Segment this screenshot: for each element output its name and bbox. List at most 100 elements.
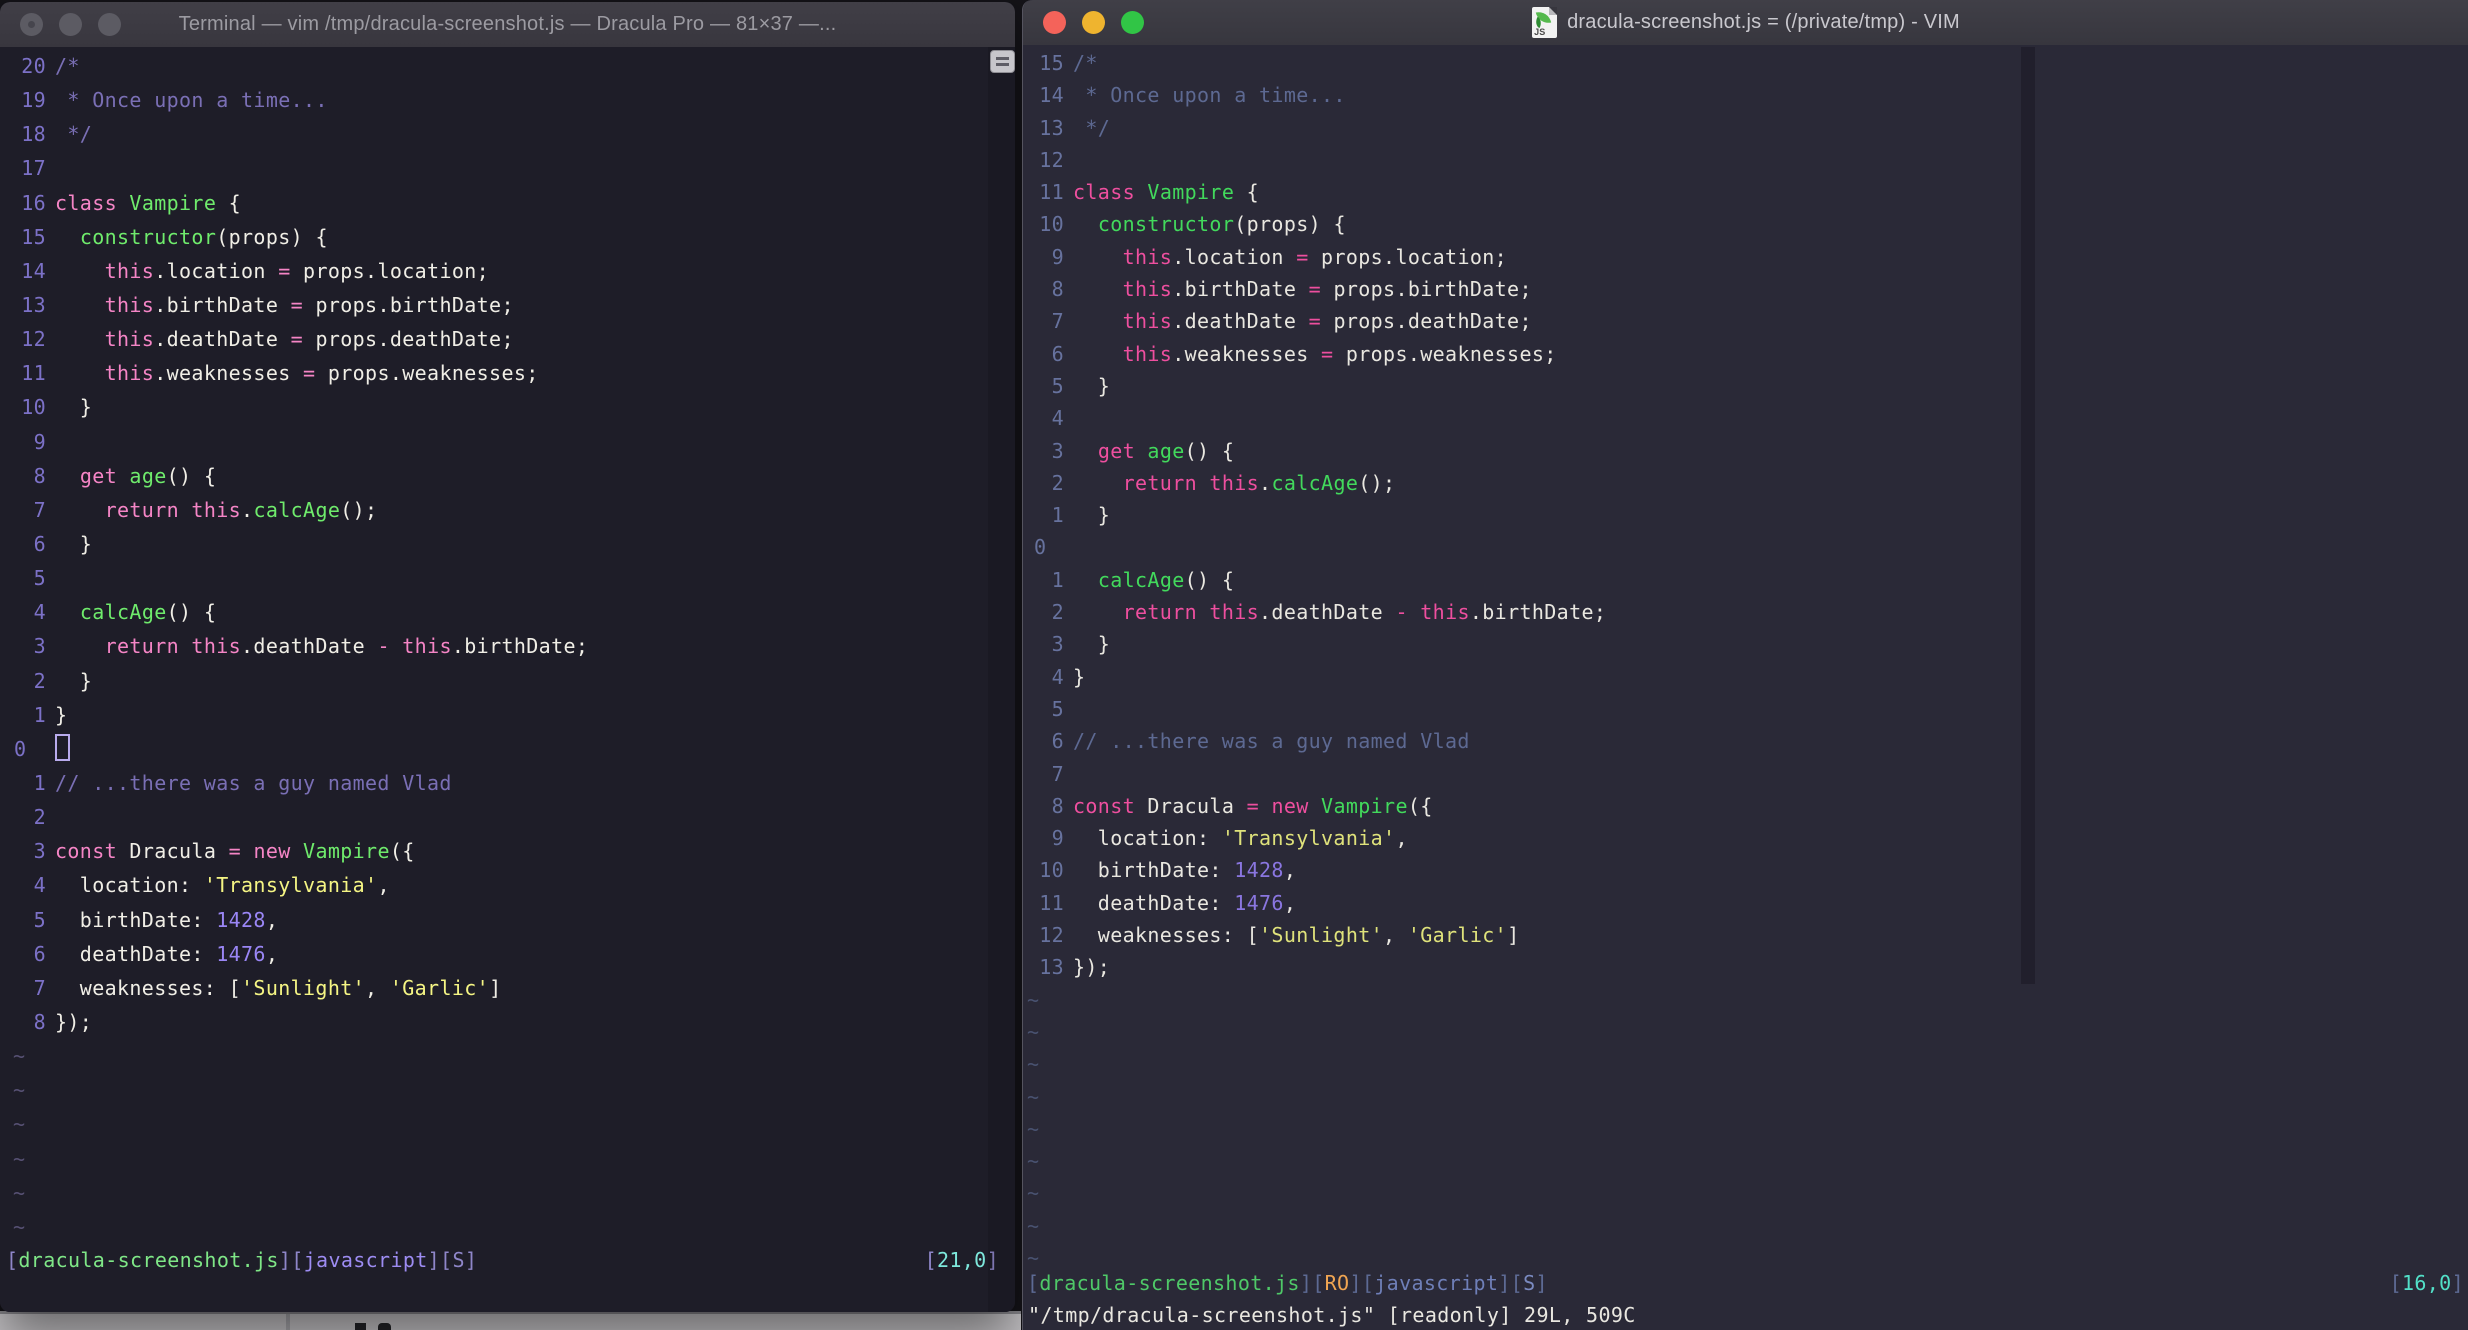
close-button[interactable] [1043,11,1066,34]
code-line: 9 this.location = props.location; [1023,241,2468,273]
window-title: JS dracula-screenshot.js = (/private/tmp… [1532,7,1960,38]
code-line: 0 [1023,531,2468,563]
line-number: 20 [21,54,46,78]
code-line: 8 get age() { [0,459,1015,493]
line-number: 5 [33,907,46,932]
line-number: 12 [1039,923,1064,948]
empty-line-tilde: ~ [13,1078,26,1103]
code-line: 10 birthDate: 1428, [1023,854,2468,886]
scrollbar-thumb[interactable] [990,50,1015,73]
line-number: 5 [1051,373,1064,398]
macvim-titlebar[interactable]: JS dracula-screenshot.js = (/private/tmp… [1023,0,2468,46]
empty-line-tilde: ~ [1027,1019,1040,1044]
line-number: 19 [21,88,46,113]
line-number: 11 [21,361,46,386]
code-line: 2 [0,800,1015,834]
terminal-titlebar[interactable]: Terminal — vim /tmp/dracula-screenshot.j… [0,2,1015,48]
line-number: 6 [33,531,46,556]
code-line: 11 deathDate: 1476, [1023,887,2468,919]
empty-line-tilde: ~ [13,1180,26,1205]
code-line: 1} [0,698,1015,732]
line-number: 3 [33,839,46,864]
line-number: 15 [21,224,46,249]
statusline-file-info: [dracula-screenshot.js][javascript][S] [6,1248,478,1272]
line-number: 5 [33,566,46,591]
javascript-file-icon: JS [1532,7,1558,38]
vim-statusline: [dracula-screenshot.js][RO][javascript][… [1023,1266,2468,1300]
code-line: 9 location: 'Transylvania', [1023,822,2468,854]
code-line: 2 return this.deathDate - this.birthDate… [1023,596,2468,628]
line-number: 4 [1051,664,1064,689]
close-button[interactable] [20,13,43,36]
empty-line-tilde: ~ [13,1214,26,1239]
window-title: Terminal — vim /tmp/dracula-screenshot.j… [178,13,837,35]
statusline-cursor-position: [16,0] [2389,1271,2464,1295]
line-number: 2 [1051,470,1064,495]
line-number: 7 [33,497,46,522]
line-number: 7 [1051,309,1064,334]
code-line: 6 this.weaknesses = props.weaknesses; [1023,338,2468,370]
line-number: 9 [1051,826,1064,851]
empty-line-tilde: ~ [1027,1116,1040,1141]
code-line: 8 this.birthDate = props.birthDate; [1023,273,2468,305]
code-line: 18 */ [0,117,1015,151]
code-line: 13}); [1023,951,2468,983]
code-line: 8 const Dracula = new Vampire({ [1023,790,2468,822]
code-line: 6 } [0,527,1015,561]
code-line: 5 birthDate: 1428, [0,903,1015,937]
empty-line-tilde: ~ [1027,1213,1040,1238]
line-number: 2 [1051,600,1064,625]
line-number: 11 [1039,890,1064,915]
window-controls [1043,11,1144,34]
code-line: 12 [1023,144,2468,176]
code-line: 6 deathDate: 1476, [0,937,1015,971]
line-number: 8 [33,463,46,488]
unsaved-dot-icon [28,21,35,28]
line-number: 14 [1039,83,1064,108]
page-fold-icon [1549,7,1558,15]
code-line: 16 class Vampire { [0,186,1015,220]
line-number: 1 [33,702,46,727]
code-line: 4 location: 'Transylvania', [0,868,1015,902]
line-number: 11 [1039,180,1064,205]
window-controls [20,13,121,36]
code-line: 0 [0,732,1015,766]
code-line: 9 [0,425,1015,459]
line-number: 12 [1039,147,1064,172]
code-line: 7 return this.calcAge(); [0,493,1015,527]
code-line: 15/* [1023,47,2468,79]
line-number: 10 [1039,212,1064,237]
macvim-window: JS dracula-screenshot.js = (/private/tmp… [1022,0,2468,1330]
code-line: 7 this.deathDate = props.deathDate; [1023,305,2468,337]
code-line: 12 weaknesses: ['Sunlight', 'Garlic'] [1023,919,2468,951]
vim-buffer-left[interactable]: 20/* 19 * Once upon a time... 18 */17 16 cla… [0,47,1015,1312]
code-line: 11 this.weaknesses = props.weaknesses; [0,356,1015,390]
line-number: 2 [33,805,46,830]
line-number: 14 [21,258,46,283]
line-number: 10 [21,395,46,420]
background-window-divider [286,1314,290,1330]
scrollbar-lines-icon [996,63,1009,66]
code-line: 4 calcAge() { [0,595,1015,629]
code-line: 4} [1023,661,2468,693]
line-number: 4 [33,873,46,898]
line-number: 9 [1051,244,1064,269]
minimize-button[interactable] [59,13,82,36]
minimize-button[interactable] [1082,11,1105,34]
vim-statusline: [dracula-screenshot.js][javascript][S] [… [0,1243,1015,1277]
code-line: 1 } [1023,499,2468,531]
terminal-window: Terminal — vim /tmp/dracula-screenshot.j… [0,2,1015,1312]
line-number: 8 [1051,277,1064,302]
line-number: 6 [1051,729,1064,754]
code-line: 5 [1023,693,2468,725]
code-line: 19 * Once upon a time... [0,83,1015,117]
zoom-button[interactable] [98,13,121,36]
desktop: Terminal — vim /tmp/dracula-screenshot.j… [0,0,2468,1330]
scrollbar-track[interactable] [988,47,1015,1312]
code-area[interactable]: 15/* 14 * Once upon a time... 13 */12 11 cla… [1023,45,2468,1274]
empty-line-tilde: ~ [13,1112,26,1137]
vim-buffer-right[interactable]: 15/* 14 * Once upon a time... 13 */12 11 cla… [1023,45,2468,1330]
zoom-button[interactable] [1121,11,1144,34]
code-area[interactable]: 20/* 19 * Once upon a time... 18 */17 16 cla… [0,47,1015,1244]
line-number: 0 [1034,535,1047,560]
